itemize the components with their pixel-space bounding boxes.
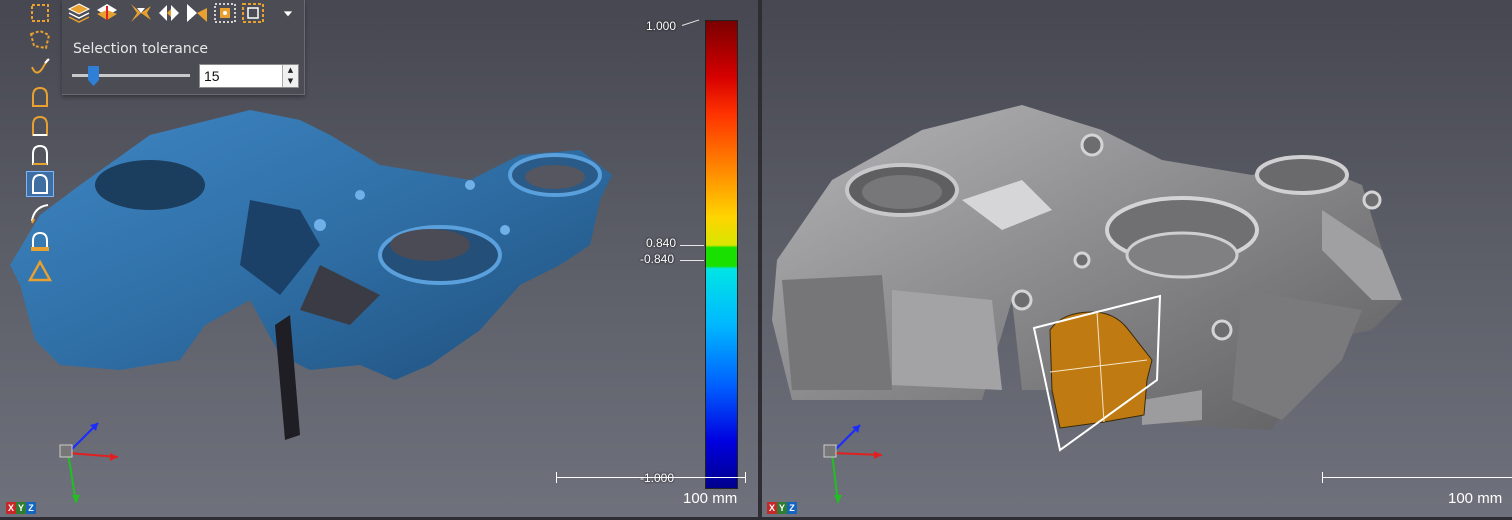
arch-select-tool-3[interactable] bbox=[26, 142, 54, 168]
select-boundary-icon bbox=[242, 3, 264, 23]
grow-selection-icon bbox=[131, 4, 151, 22]
right-viewport[interactable]: 100 mm X Y Z bbox=[762, 0, 1512, 520]
polygon-select-tool[interactable] bbox=[26, 27, 54, 53]
scan-mesh[interactable] bbox=[0, 95, 640, 445]
layers-down-icon bbox=[97, 4, 117, 20]
slider-thumb[interactable] bbox=[88, 66, 100, 86]
layers-up-button[interactable] bbox=[66, 1, 92, 25]
expand-selection-icon bbox=[187, 4, 207, 22]
scale-label-lower-tolerance: -0.840 bbox=[640, 252, 675, 266]
select-region-button[interactable] bbox=[212, 1, 238, 25]
left-axis-triad bbox=[59, 422, 119, 504]
right-axis-triad bbox=[823, 424, 883, 504]
deviation-color-scale bbox=[705, 20, 738, 489]
shrink-selection-button[interactable] bbox=[156, 1, 182, 25]
curve-select-icon bbox=[31, 204, 49, 224]
arch-select-1-icon bbox=[32, 86, 48, 107]
panel-dropdown-button[interactable] bbox=[278, 1, 298, 25]
shrink-selection-icon bbox=[159, 5, 179, 21]
layers-up-icon bbox=[67, 3, 91, 23]
arch-select-2-icon bbox=[32, 115, 48, 136]
polygon-select-icon bbox=[29, 29, 51, 50]
select-region-icon bbox=[214, 3, 236, 23]
panel-toolbar bbox=[66, 0, 302, 28]
selection-tolerance-label: Selection tolerance bbox=[73, 41, 209, 57]
arch-select-3-icon bbox=[32, 144, 48, 165]
arch-select-tool-2[interactable] bbox=[26, 113, 54, 139]
arch-select-tool-4[interactable] bbox=[26, 171, 54, 197]
select-boundary-button[interactable] bbox=[240, 1, 266, 25]
triangle-select-icon bbox=[28, 259, 52, 282]
arch-select-tool-1[interactable] bbox=[26, 84, 54, 110]
selection-tolerance-spinbox[interactable]: ▲ ▼ bbox=[199, 64, 299, 88]
left-scale-text: 100 mm bbox=[683, 490, 738, 507]
expand-selection-button[interactable] bbox=[184, 1, 210, 25]
right-scale-text: 100 mm bbox=[1448, 490, 1503, 507]
left-xyz-badge[interactable]: X Y Z bbox=[6, 502, 36, 514]
triangle-select-tool[interactable] bbox=[26, 258, 54, 284]
lasso-select-tool[interactable] bbox=[26, 54, 54, 80]
arch-select-4-icon bbox=[32, 173, 48, 194]
rectangle-select-icon bbox=[31, 4, 49, 22]
lasso-select-icon bbox=[31, 58, 50, 74]
right-xyz-badge[interactable]: X Y Z bbox=[767, 502, 797, 514]
scale-label-max: 1.000 bbox=[646, 19, 677, 33]
selection-tools-toolbar bbox=[26, 0, 56, 290]
selection-tolerance-input[interactable] bbox=[200, 65, 290, 87]
arch-handle-select-icon bbox=[31, 231, 49, 251]
spin-down-button[interactable]: ▼ bbox=[282, 76, 298, 87]
rectangle-select-tool[interactable] bbox=[26, 0, 54, 26]
scale-label-upper-tolerance: 0.840 bbox=[646, 236, 677, 250]
arch-handle-select-tool[interactable] bbox=[26, 229, 54, 255]
selection-tolerance-slider[interactable] bbox=[72, 64, 190, 86]
curve-select-tool[interactable] bbox=[26, 200, 54, 226]
grow-selection-button[interactable] bbox=[128, 1, 154, 25]
scale-leader-upper bbox=[680, 245, 704, 246]
left-scale-bar bbox=[556, 472, 746, 483]
scale-leader-max bbox=[681, 19, 700, 26]
right-scale-bar bbox=[1322, 472, 1512, 483]
scale-leader-lower bbox=[680, 260, 704, 261]
dropdown-arrow-icon bbox=[283, 11, 293, 17]
selected-face[interactable] bbox=[1022, 290, 1172, 460]
layers-down-button[interactable] bbox=[94, 1, 120, 25]
selection-tolerance-panel: Selection tolerance ▲ ▼ bbox=[62, 0, 305, 95]
left-viewport[interactable]: Selection tolerance ▲ ▼ 1.000 0.840 -0.8… bbox=[0, 0, 758, 520]
